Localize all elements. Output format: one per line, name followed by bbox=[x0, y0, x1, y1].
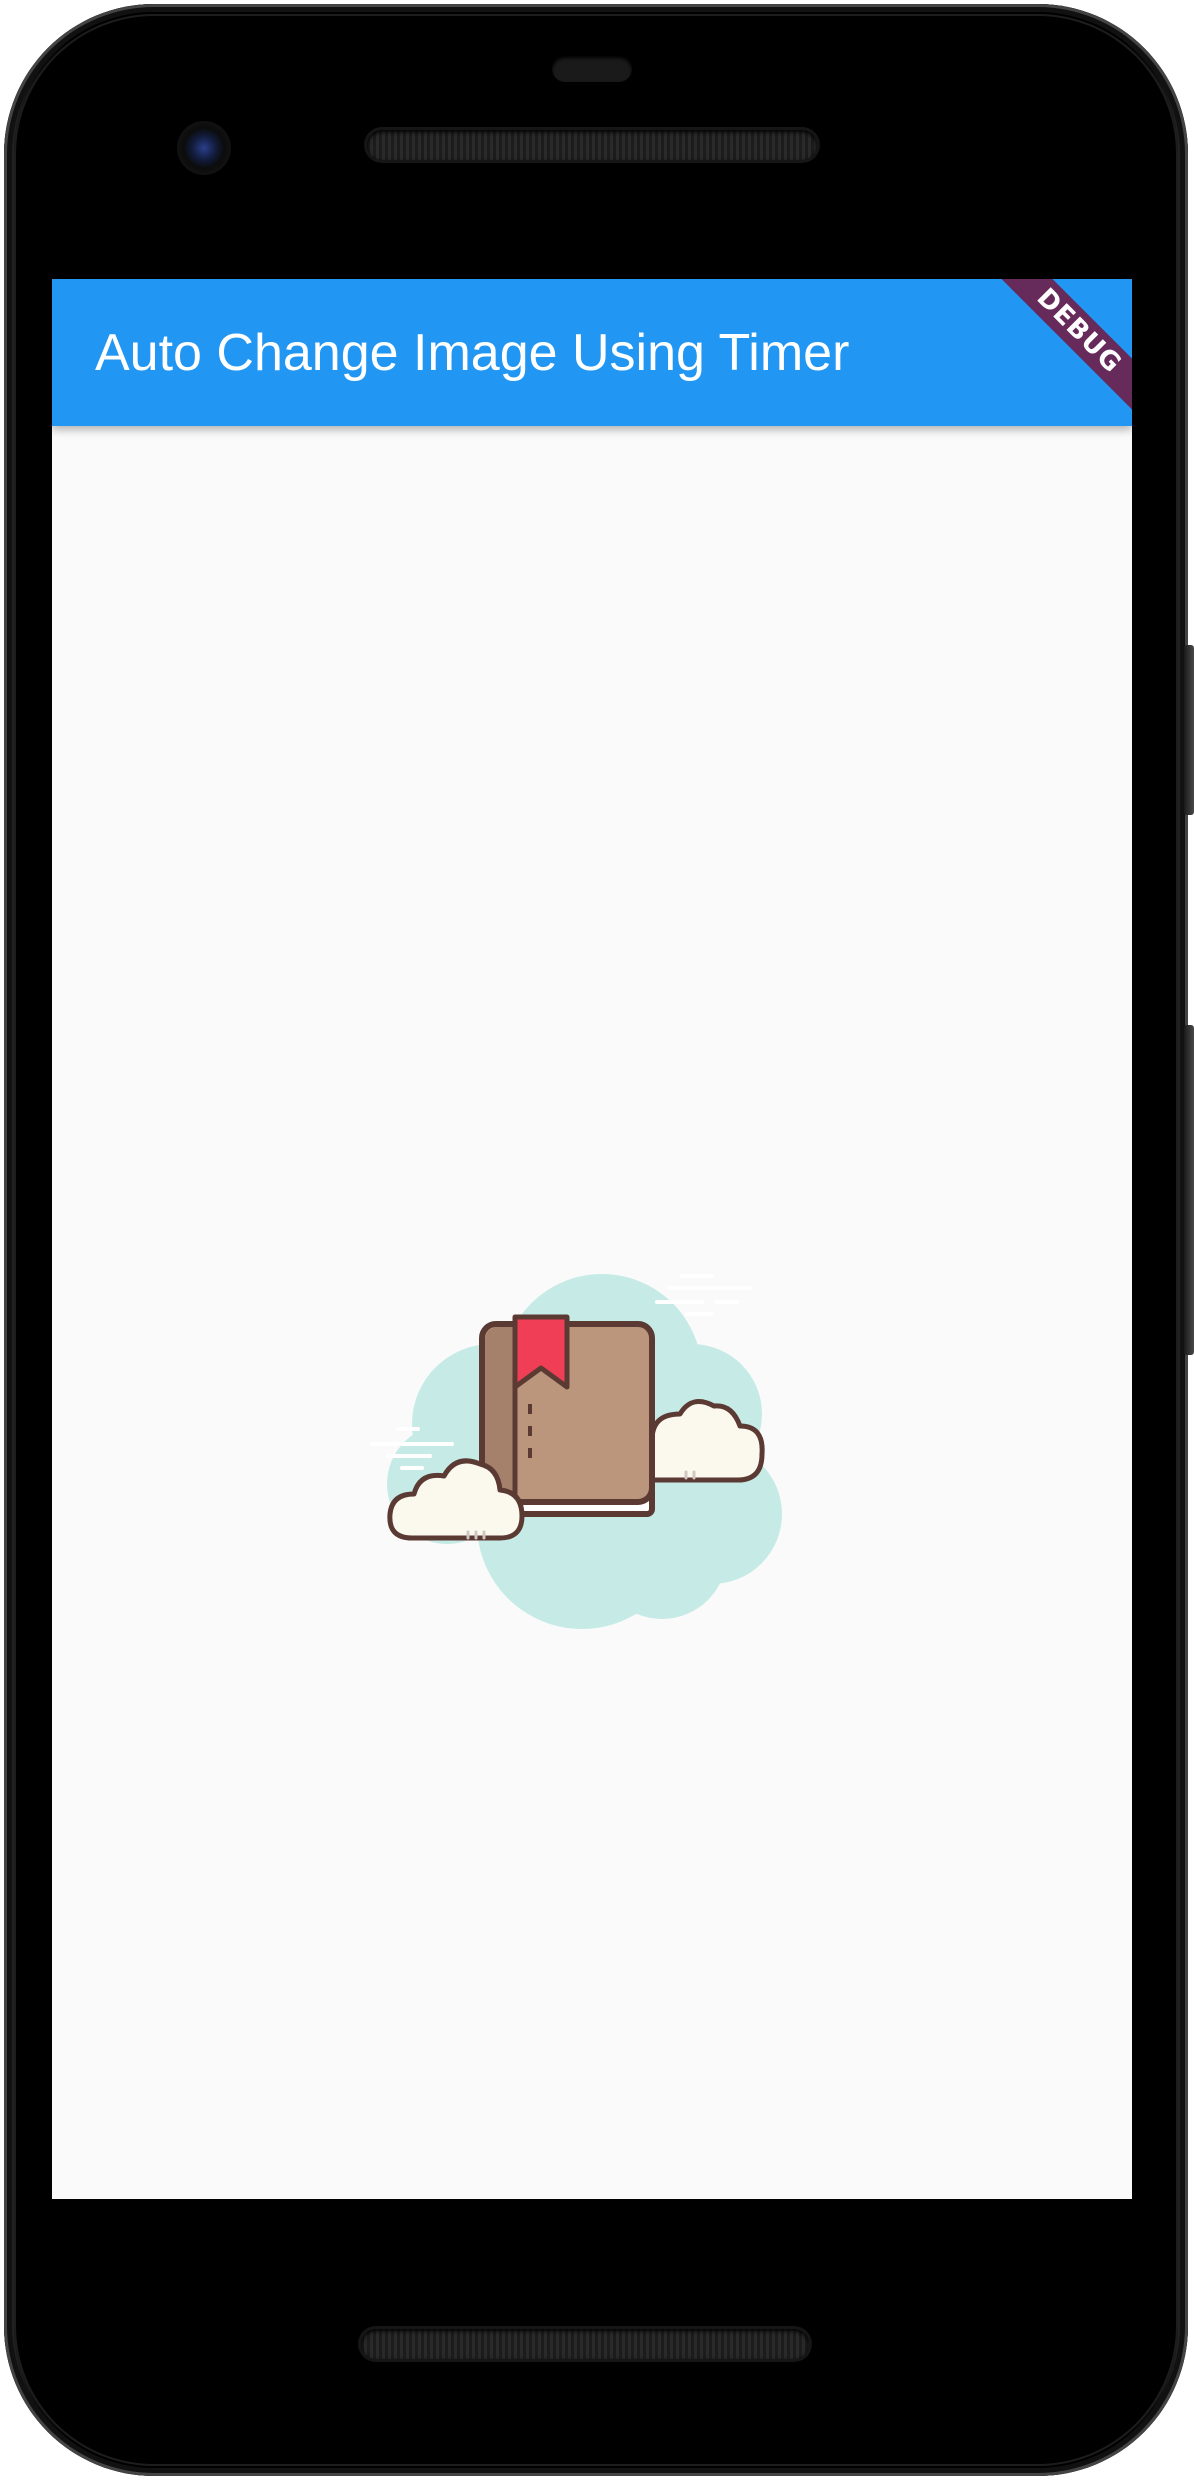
phone-device: Auto Change Image Using Timer DEBUG bbox=[0, 0, 1194, 2480]
bottom-speaker-grille bbox=[361, 2329, 809, 2359]
app-bar: Auto Change Image Using Timer bbox=[52, 279, 1132, 426]
volume-button[interactable] bbox=[1184, 1025, 1194, 1355]
app-bar-title: Auto Change Image Using Timer bbox=[95, 324, 850, 382]
body-content bbox=[52, 426, 1132, 2199]
app-screen: Auto Change Image Using Timer DEBUG bbox=[52, 279, 1132, 2199]
book-with-bookmark-icon bbox=[370, 1274, 782, 1629]
earpiece-sensor bbox=[552, 56, 632, 82]
front-camera-icon bbox=[180, 124, 228, 172]
top-speaker-grille bbox=[367, 130, 817, 160]
auto-changing-image bbox=[352, 1254, 832, 1654]
power-button[interactable] bbox=[1184, 645, 1194, 815]
